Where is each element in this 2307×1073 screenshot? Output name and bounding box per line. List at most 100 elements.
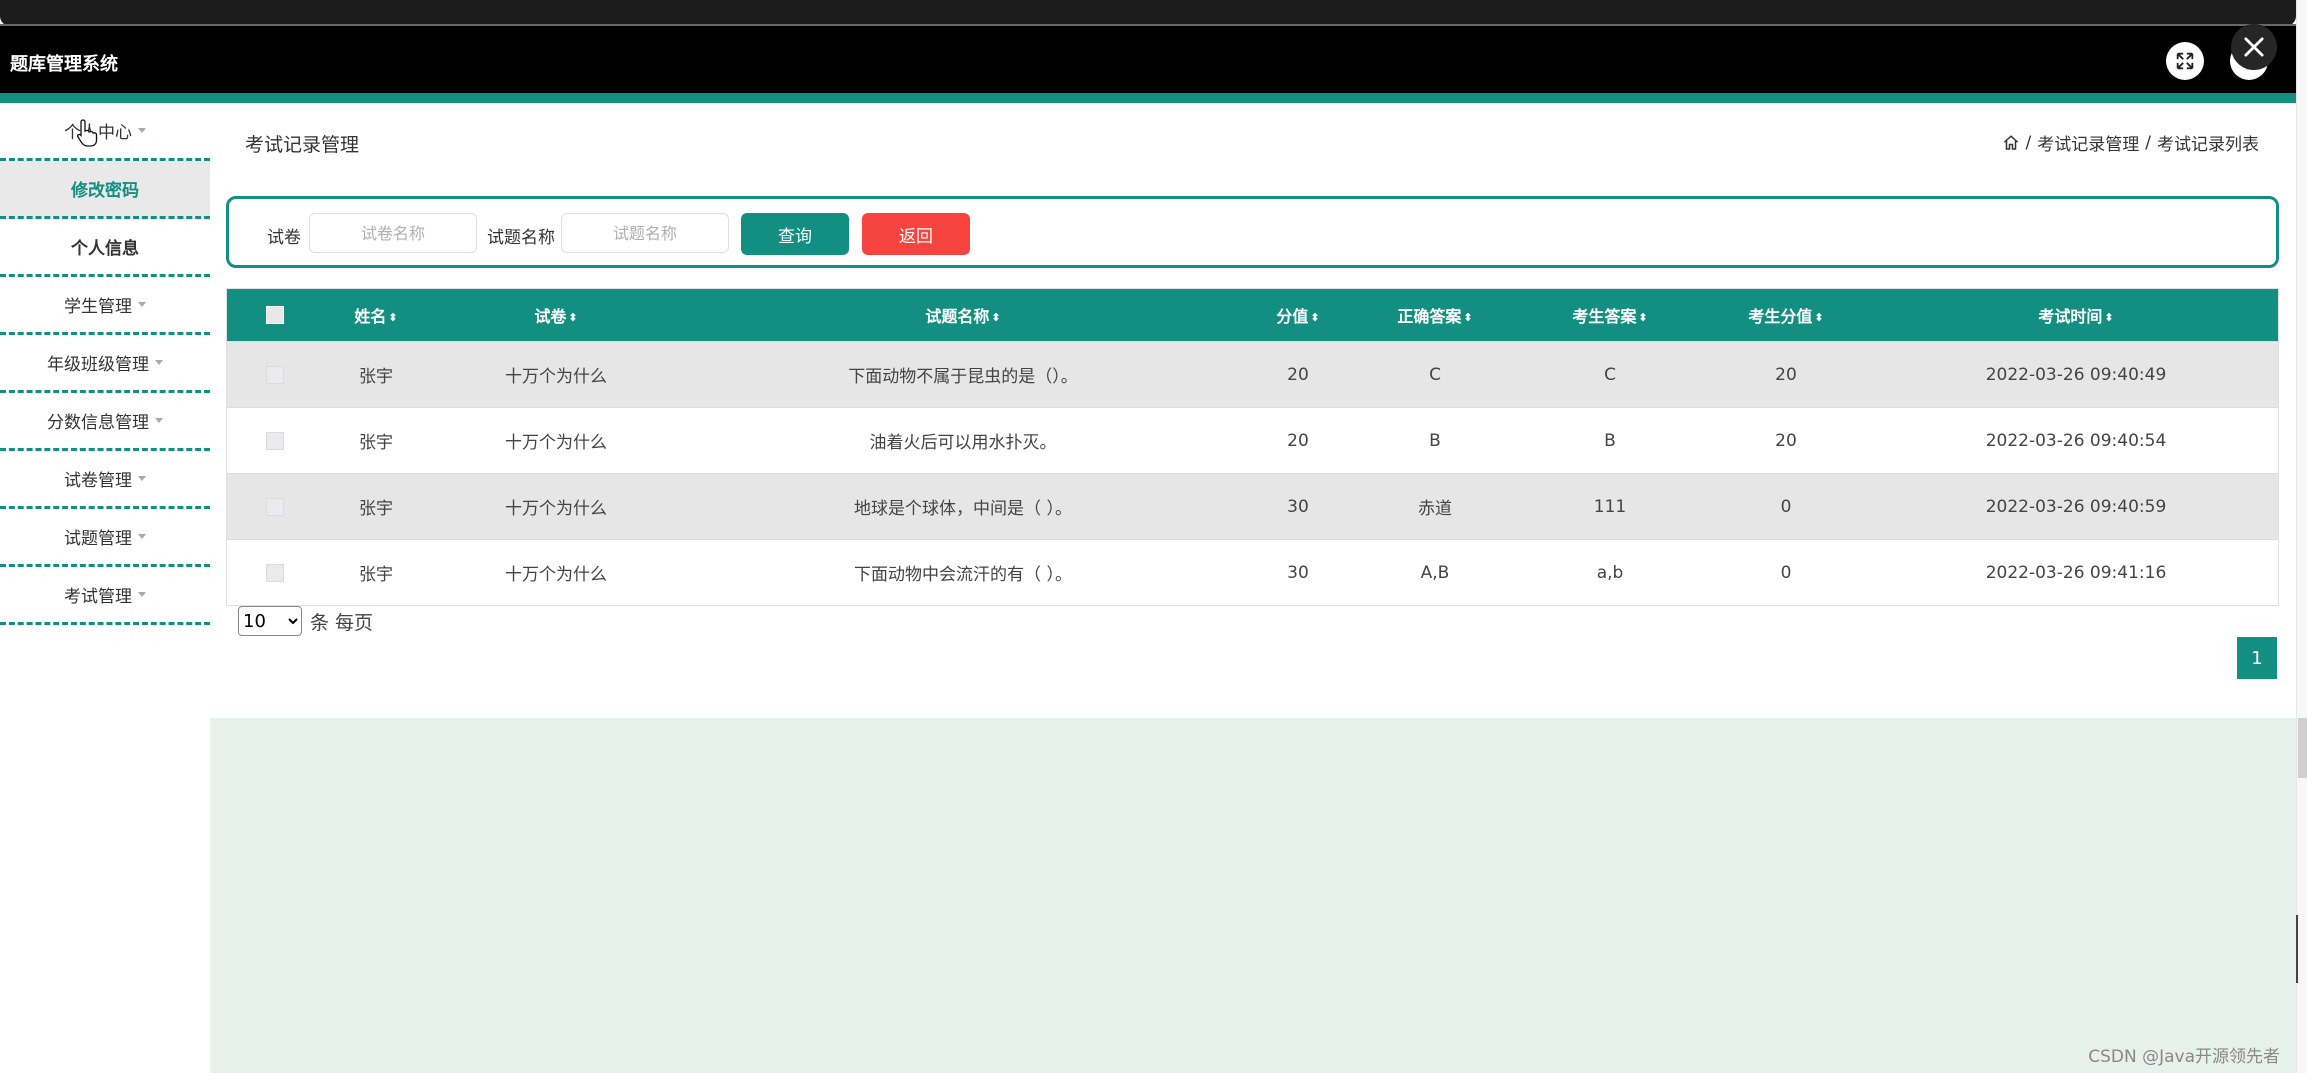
header-accent-bar: [0, 93, 2296, 103]
breadcrumb: / 考试记录管理 / 考试记录列表: [2002, 130, 2259, 155]
sidebar-item-question-management[interactable]: 试题管理: [0, 509, 210, 567]
table-row[interactable]: 张宇 十万个为什么 油着火后可以用水扑灭。 20 B B 20 2022-03-…: [227, 407, 2278, 473]
cell-exam-time: 2022-03-26 09:40:54: [1985, 430, 2167, 451]
row-checkbox[interactable]: [266, 431, 284, 450]
window-frame: [0, 0, 2296, 26]
sidebar-item-label: 学生管理: [64, 297, 132, 317]
sidebar-item-label: 个人信息: [71, 239, 139, 259]
table-row[interactable]: 张宇 十万个为什么 下面动物不属于昆虫的是（）。 20 C C 20 2022-…: [227, 341, 2278, 407]
sidebar-item-label: 考试管理: [64, 587, 132, 607]
question-name-input[interactable]: [561, 213, 729, 253]
sort-icon[interactable]: ⬍: [388, 311, 397, 324]
column-header-student-score[interactable]: 考生分值 ⬍: [1748, 303, 1823, 327]
fullscreen-button[interactable]: [2166, 42, 2204, 80]
cell-paper: 十万个为什么: [505, 367, 607, 387]
cell-score: 30: [1287, 496, 1309, 517]
cell-paper: 十万个为什么: [505, 565, 607, 585]
breadcrumb-item: 考试记录列表: [2157, 135, 2259, 155]
page-number-current[interactable]: 1: [2237, 637, 2277, 679]
sidebar-item-change-password[interactable]: 修改密码: [0, 161, 210, 219]
close-icon: [2244, 37, 2264, 57]
caret-down-icon: [155, 360, 163, 365]
close-button[interactable]: [2231, 24, 2277, 70]
sort-icon[interactable]: ⬍: [568, 311, 577, 324]
page-size-select[interactable]: 10: [238, 606, 302, 636]
cell-student-answer: C: [1604, 364, 1616, 385]
exam-record-table: 姓名 ⬍ 试卷 ⬍ 试题名称 ⬍ 分值 ⬍ 正确答案 ⬍ 考生答案 ⬍ 考生分值 ⬍ 考试时间…: [226, 288, 2279, 606]
table-row[interactable]: 张宇 十万个为什么 地球是个球体，中间是（ ）。 30 赤道 111 0 202…: [227, 473, 2278, 539]
search-panel: 试卷 试题名称 查询 返回: [226, 196, 2279, 268]
hand-cursor-icon: [77, 119, 98, 147]
breadcrumb-item[interactable]: 考试记录管理: [2037, 130, 2139, 155]
sidebar-item-exam-management[interactable]: 考试管理: [0, 567, 210, 625]
sidebar-item-label: 个人中心: [64, 123, 132, 143]
cell-student-answer: B: [1604, 430, 1616, 451]
scrollbar-track[interactable]: [2296, 0, 2307, 1073]
table-row[interactable]: 张宇 十万个为什么 下面动物中会流汗的有（ ）。 30 A,B a,b 0 20…: [227, 539, 2278, 605]
cell-student-score: 20: [1775, 364, 1797, 385]
column-header-name[interactable]: 姓名 ⬍: [354, 303, 397, 327]
cell-score: 30: [1287, 562, 1309, 583]
paper-label: 试卷: [267, 228, 301, 248]
scrollbar-thumb[interactable]: [2298, 718, 2307, 778]
paper-name-input[interactable]: [309, 213, 477, 253]
content-background: CSDN @Java开源领先者: [210, 718, 2296, 1073]
sidebar-item-grade-class-management[interactable]: 年级班级管理: [0, 335, 210, 393]
sidebar-item-label: 年级班级管理: [47, 355, 149, 375]
cell-student-score: 0: [1780, 562, 1792, 583]
caret-down-icon: [138, 128, 146, 133]
column-header-correct-answer[interactable]: 正确答案 ⬍: [1397, 303, 1472, 327]
select-all-checkbox[interactable]: [266, 306, 284, 324]
breadcrumb-separator: /: [2145, 132, 2151, 153]
app-title: 题库管理系统: [10, 54, 118, 75]
sidebar-item-paper-management[interactable]: 试卷管理: [0, 451, 210, 509]
query-button[interactable]: 查询: [741, 213, 849, 255]
app-header: 题库管理系统: [0, 26, 2296, 93]
sort-icon[interactable]: ⬍: [1463, 311, 1472, 324]
breadcrumb-separator: /: [2025, 132, 2032, 153]
page-size-label: 条 每页: [310, 611, 374, 634]
caret-down-icon: [138, 476, 146, 481]
sidebar-item-score-management[interactable]: 分数信息管理: [0, 393, 210, 451]
sidebar-item-label: 修改密码: [71, 181, 139, 201]
cell-correct-answer: 赤道: [1418, 499, 1452, 519]
cell-correct-answer: B: [1429, 430, 1441, 451]
cell-name: 张宇: [359, 499, 393, 519]
column-header-exam-time[interactable]: 考试时间 ⬍: [2038, 303, 2113, 327]
cell-name: 张宇: [359, 367, 393, 387]
row-checkbox[interactable]: [266, 563, 284, 582]
sort-icon[interactable]: ⬍: [1638, 311, 1647, 324]
column-header-student-answer[interactable]: 考生答案 ⬍: [1572, 303, 1647, 327]
sort-icon[interactable]: ⬍: [2104, 311, 2113, 324]
page-title: 考试记录管理: [245, 134, 360, 156]
cell-student-score: 20: [1775, 430, 1797, 451]
caret-down-icon: [138, 592, 146, 597]
page-size-control: 10 条 每页: [238, 606, 373, 636]
cell-student-answer: 111: [1593, 496, 1627, 517]
row-checkbox[interactable]: [266, 497, 284, 516]
sidebar-item-personal-info[interactable]: 个人信息: [0, 219, 210, 277]
cell-question: 下面动物不属于昆虫的是（）。: [848, 367, 1078, 387]
sidebar-item-student-management[interactable]: 学生管理: [0, 277, 210, 335]
column-header-question[interactable]: 试题名称 ⬍: [925, 303, 1000, 327]
question-label: 试题名称: [487, 228, 555, 248]
row-checkbox[interactable]: [266, 365, 284, 384]
caret-down-icon: [138, 302, 146, 307]
sort-icon[interactable]: ⬍: [991, 311, 1000, 324]
caret-down-icon: [155, 418, 163, 423]
sort-icon[interactable]: ⬍: [1814, 311, 1823, 324]
cell-question: 下面动物中会流汗的有（ ）。: [854, 565, 1072, 585]
home-icon[interactable]: [2002, 134, 2020, 152]
column-header-score[interactable]: 分值 ⬍: [1276, 303, 1319, 327]
table-header: 姓名 ⬍ 试卷 ⬍ 试题名称 ⬍ 分值 ⬍ 正确答案 ⬍ 考生答案 ⬍ 考生分值 ⬍ 考试时间…: [227, 289, 2278, 341]
column-header-paper[interactable]: 试卷 ⬍: [534, 303, 577, 327]
cell-score: 20: [1287, 364, 1309, 385]
back-button[interactable]: 返回: [862, 213, 970, 255]
sidebar: 个人中心 修改密码 个人信息 学生管理 年级班级管理 分数信息管理 试卷管理 试…: [0, 103, 210, 1073]
cell-question: 油着火后可以用水扑灭。: [869, 433, 1057, 453]
sort-icon[interactable]: ⬍: [1310, 311, 1319, 324]
window-top-strip: [0, 0, 2307, 26]
sidebar-item-personal-center[interactable]: 个人中心: [0, 103, 210, 161]
cell-name: 张宇: [359, 565, 393, 585]
cell-correct-answer: C: [1429, 364, 1441, 385]
